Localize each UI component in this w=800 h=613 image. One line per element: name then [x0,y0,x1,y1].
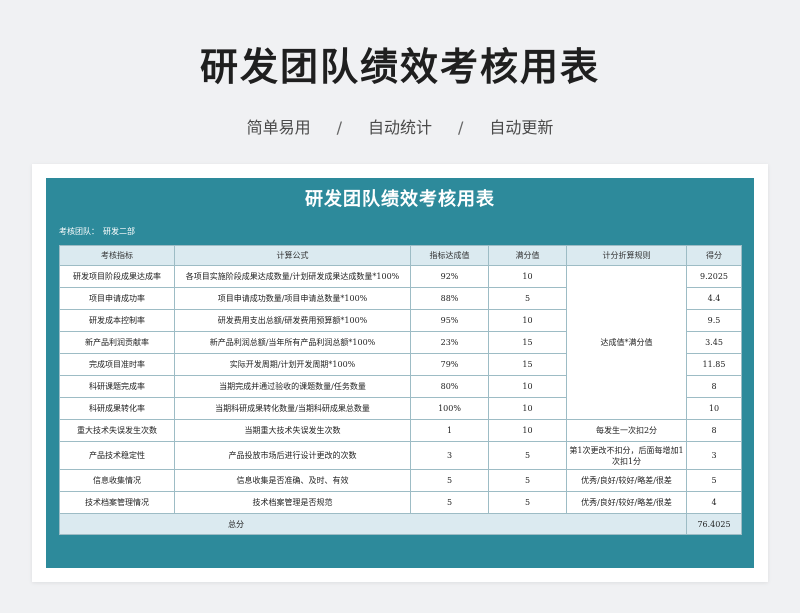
cell-indicator: 研发成本控制率 [59,309,175,332]
cell-formula: 当期重大技术失误发生次数 [174,419,411,442]
team-line: 考核团队： 研发二部 [59,222,741,242]
cell-rule: 每发生一次扣2分 [566,419,687,442]
header-formula: 计算公式 [174,245,411,266]
cell-achieved: 100% [410,397,489,420]
table-row: 信息收集情况 信息收集是否准确、及时、有效 5 5 优秀/良好/较好/略差/很差… [59,469,742,492]
cell-full-score: 5 [488,441,567,470]
cell-score: 9.2025 [686,265,742,288]
cell-achieved: 80% [410,375,489,398]
cell-indicator: 产品技术稳定性 [59,441,175,470]
team-value: 研发二部 [103,227,135,236]
total-value: 76.4025 [686,513,742,535]
total-row: 总分 76.4025 [59,513,742,535]
header-full-score: 满分值 [488,245,567,266]
table-header-row: 考核指标 计算公式 指标达成值 满分值 计分折算规则 得分 [59,245,742,266]
cell-full-score: 10 [488,397,567,420]
cell-indicator: 信息收集情况 [59,469,175,492]
cell-full-score: 5 [488,469,567,492]
tag-easy-to-use: 简单易用 [246,118,311,137]
cell-formula: 当期科研成果转化数量/当期科研成果总数量 [174,397,411,420]
cell-indicator: 重大技术失误发生次数 [59,419,175,442]
cell-indicator: 完成项目准时率 [59,353,175,376]
cell-formula: 新产品利润总额/当年所有产品利润总额*100% [174,331,411,354]
sheet-title: 研发团队绩效考核用表 [305,189,495,210]
tag-auto-update: 自动更新 [489,118,554,137]
cell-rule: 优秀/良好/较好/略差/很差 [566,469,687,492]
header-indicator: 考核指标 [59,245,175,266]
cell-achieved: 1 [410,419,489,442]
kpi-table: 考核指标 计算公式 指标达成值 满分值 计分折算规则 得分 研发项目阶段成果达成… [59,245,742,535]
cell-score: 9.5 [686,309,742,332]
cell-full-score: 15 [488,353,567,376]
cell-full-score: 5 [488,491,567,514]
cell-rule: 第1次更改不扣分，后面每增加1次扣1分 [566,441,687,470]
cell-full-score: 10 [488,265,567,288]
total-label: 总分 [59,513,687,535]
cell-formula: 当期完成并通过验收的课题数量/任务数量 [174,375,411,398]
cell-score: 8 [686,375,742,398]
cell-achieved: 5 [410,469,489,492]
cell-score: 5 [686,469,742,492]
cell-score: 4.4 [686,287,742,310]
table-row: 产品技术稳定性 产品投放市场后进行设计更改的次数 3 5 第1次更改不扣分，后面… [59,441,742,470]
cell-achieved: 3 [410,441,489,470]
cell-score: 10 [686,397,742,420]
header-score: 得分 [686,245,742,266]
cell-formula: 信息收集是否准确、及时、有效 [174,469,411,492]
cell-full-score: 10 [488,309,567,332]
cell-full-score: 10 [488,375,567,398]
cell-score: 4 [686,491,742,514]
cell-score: 11.85 [686,353,742,376]
cell-indicator: 科研成果转化率 [59,397,175,420]
header-achieved: 指标达成值 [410,245,489,266]
cell-indicator: 技术档案管理情况 [59,491,175,514]
spreadsheet: 研发团队绩效考核用表 考核团队： 研发二部 考核指标 计算公式 指标达成值 满分值… [46,178,754,568]
table-row: 技术档案管理情况 技术档案管理是否规范 5 5 优秀/良好/较好/略差/很差 4 [59,491,742,514]
cell-achieved: 23% [410,331,489,354]
cell-full-score: 5 [488,287,567,310]
cell-achieved: 92% [410,265,489,288]
header-rule: 计分折算规则 [566,245,687,266]
tag-auto-statistics: 自动统计 [367,118,432,137]
cell-formula: 研发费用支出总额/研发费用预算额*100% [174,309,411,332]
cell-indicator: 科研课题完成率 [59,375,175,398]
cell-full-score: 10 [488,419,567,442]
cell-formula: 实际开发周期/计划开发周期*100% [174,353,411,376]
cell-indicator: 项目申请成功率 [59,287,175,310]
cell-score: 3.45 [686,331,742,354]
cell-indicator: 新产品利润贡献率 [59,331,175,354]
cell-score: 3 [686,441,742,470]
cell-score: 8 [686,419,742,442]
page-title: 研发团队绩效考核用表 [199,45,600,89]
cell-formula: 技术档案管理是否规范 [174,491,411,514]
cell-formula: 产品投放市场后进行设计更改的次数 [174,441,411,470]
cell-achieved: 5 [410,491,489,514]
cell-achieved: 95% [410,309,489,332]
preview-card: 研发团队绩效考核用表 考核团队： 研发二部 考核指标 计算公式 指标达成值 满分值… [32,164,768,582]
cell-formula: 项目申请成功数量/项目申请总数量*100% [174,287,411,310]
cell-achieved: 79% [410,353,489,376]
tag-separator: / [336,118,342,137]
tag-separator: / [458,118,464,137]
cell-indicator: 研发项目阶段成果达成率 [59,265,175,288]
table-row: 重大技术失误发生次数 当期重大技术失误发生次数 1 10 每发生一次扣2分 8 [59,419,742,442]
cell-merged-rule: 达成值*满分值 [566,265,687,420]
team-label: 考核团队： [59,227,99,236]
table-row: 研发项目阶段成果达成率 各项目实施阶段成果达成数量/计划研发成果达成数量*100… [59,265,742,420]
cell-formula: 各项目实施阶段成果达成数量/计划研发成果达成数量*100% [174,265,411,288]
cell-rule: 优秀/良好/较好/略差/很差 [566,491,687,514]
tagline: 简单易用 / 自动统计 / 自动更新 [0,114,800,138]
cell-achieved: 88% [410,287,489,310]
cell-full-score: 15 [488,331,567,354]
